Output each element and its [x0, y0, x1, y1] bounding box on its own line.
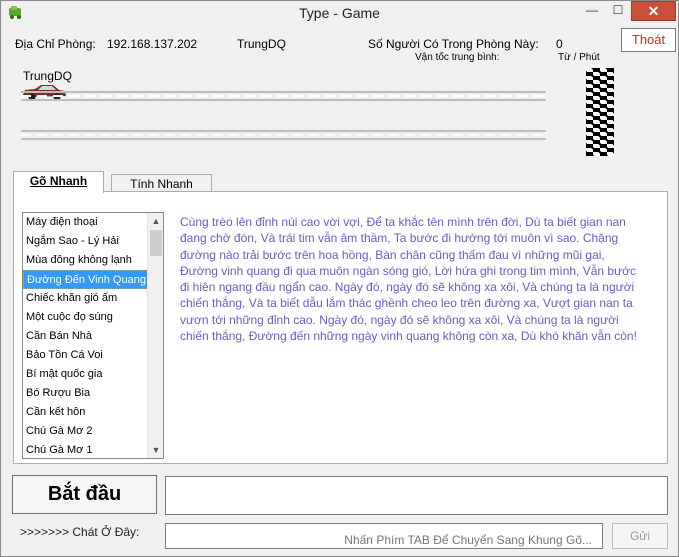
song-list-item[interactable]: Mùa đông không lạnh: [23, 251, 148, 270]
exit-button[interactable]: Thoát: [621, 28, 676, 52]
chat-input[interactable]: Nhấn Phím TAB Để Chuyển Sang Khung Gõ...: [165, 523, 603, 549]
room-ip-label: Địa Chỉ Phòng:: [15, 37, 96, 51]
song-list-scrollbar[interactable]: ▲ ▼: [147, 213, 163, 458]
user-name: TrungDQ: [237, 37, 286, 51]
room-ip-value: 192.168.137.202: [107, 37, 198, 51]
song-list[interactable]: Máy điện thoại Ngắm Sao - Lý Hải Mùa đông …: [22, 212, 164, 459]
scroll-up-icon[interactable]: ▲: [148, 213, 163, 229]
typing-input[interactable]: [165, 476, 668, 515]
maximize-button[interactable]: ☐: [605, 1, 631, 21]
song-list-item[interactable]: Ngắm Sao - Lý Hải: [23, 232, 148, 251]
tab-panel: Máy điện thoại Ngắm Sao - Lý Hải Mùa đông …: [13, 191, 668, 464]
song-list-item[interactable]: Máy điện thoại: [23, 213, 148, 232]
app-window: Type - Game — ☐ ✕ Địa Chỉ Phòng: 192.168…: [0, 0, 679, 557]
title-bar: Type - Game — ☐ ✕: [1, 1, 678, 25]
song-list-item[interactable]: Cần Bán Nhà: [23, 327, 148, 346]
song-list-item[interactable]: Cần kết hôn: [23, 403, 148, 422]
scroll-thumb[interactable]: [150, 230, 162, 256]
song-list-item[interactable]: Chú Gà Mơ 1: [23, 441, 148, 458]
start-button[interactable]: Bắt đầu: [12, 475, 157, 514]
scroll-down-icon[interactable]: ▼: [148, 442, 163, 458]
song-list-item[interactable]: Bảo Tồn Cá Voi: [23, 346, 148, 365]
finish-line-flag: [586, 68, 614, 156]
avg-speed-label: Vận tốc trung bình:: [415, 52, 500, 63]
minimize-button[interactable]: —: [579, 1, 605, 21]
close-button[interactable]: ✕: [631, 1, 676, 21]
tab-go-nhanh[interactable]: Gõ Nhanh: [13, 171, 104, 193]
race-track-2: [21, 130, 546, 140]
lyrics-text: Cùng trèo lên đỉnh núi cao vời vợi, Để t…: [180, 215, 637, 344]
song-list-item[interactable]: Đường Đến Vinh Quang: [23, 270, 148, 289]
race-track-1: [21, 91, 546, 101]
song-list-item[interactable]: Chiếc khăn gió ấm: [23, 289, 148, 308]
player-count-value: 0: [556, 37, 563, 51]
song-list-item[interactable]: Chú Gà Mơ 2: [23, 422, 148, 441]
song-list-item[interactable]: Bó Rượu Bia: [23, 384, 148, 403]
racer-name: TrungDQ: [23, 69, 72, 83]
song-list-item[interactable]: Bí mật quốc gia: [23, 365, 148, 384]
speed-unit-label: Từ / Phút: [558, 52, 600, 63]
window-title: Type - Game: [299, 5, 380, 21]
chat-label: >>>>>>> Chát Ở Đây:: [20, 525, 140, 539]
player-count-label: Số Người Có Trong Phòng Này:: [368, 37, 539, 51]
send-button[interactable]: Gửi: [612, 523, 668, 549]
song-list-item[interactable]: Một cuộc đọ súng: [23, 308, 148, 327]
